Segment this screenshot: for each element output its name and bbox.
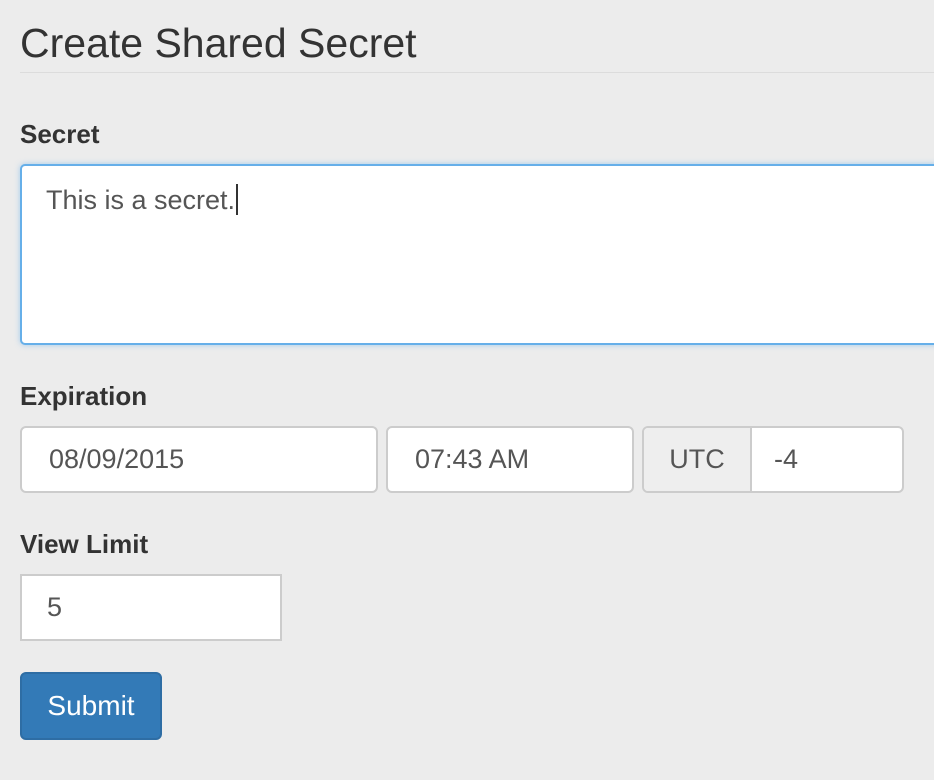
view-limit-input[interactable]: 5 (20, 574, 282, 641)
create-secret-page: Create Shared Secret Secret This is a se… (0, 0, 934, 780)
title-divider (20, 72, 934, 73)
timezone-offset-input[interactable]: -4 (752, 428, 902, 491)
submit-button[interactable]: Submit (20, 672, 162, 740)
page-title: Create Shared Secret (20, 20, 417, 66)
text-cursor (236, 184, 239, 215)
timezone-input-group: UTC -4 (642, 426, 904, 493)
secret-textarea[interactable]: This is a secret. (20, 164, 934, 345)
secret-label: Secret (20, 119, 100, 149)
timezone-addon: UTC (644, 428, 752, 491)
expiration-date-input[interactable]: 08/09/2015 (20, 426, 378, 493)
secret-text: This is a secret. (46, 185, 236, 215)
expiration-time-input[interactable]: 07:43 AM (386, 426, 634, 493)
expiration-label: Expiration (20, 381, 148, 411)
view-limit-label: View Limit (20, 529, 149, 559)
